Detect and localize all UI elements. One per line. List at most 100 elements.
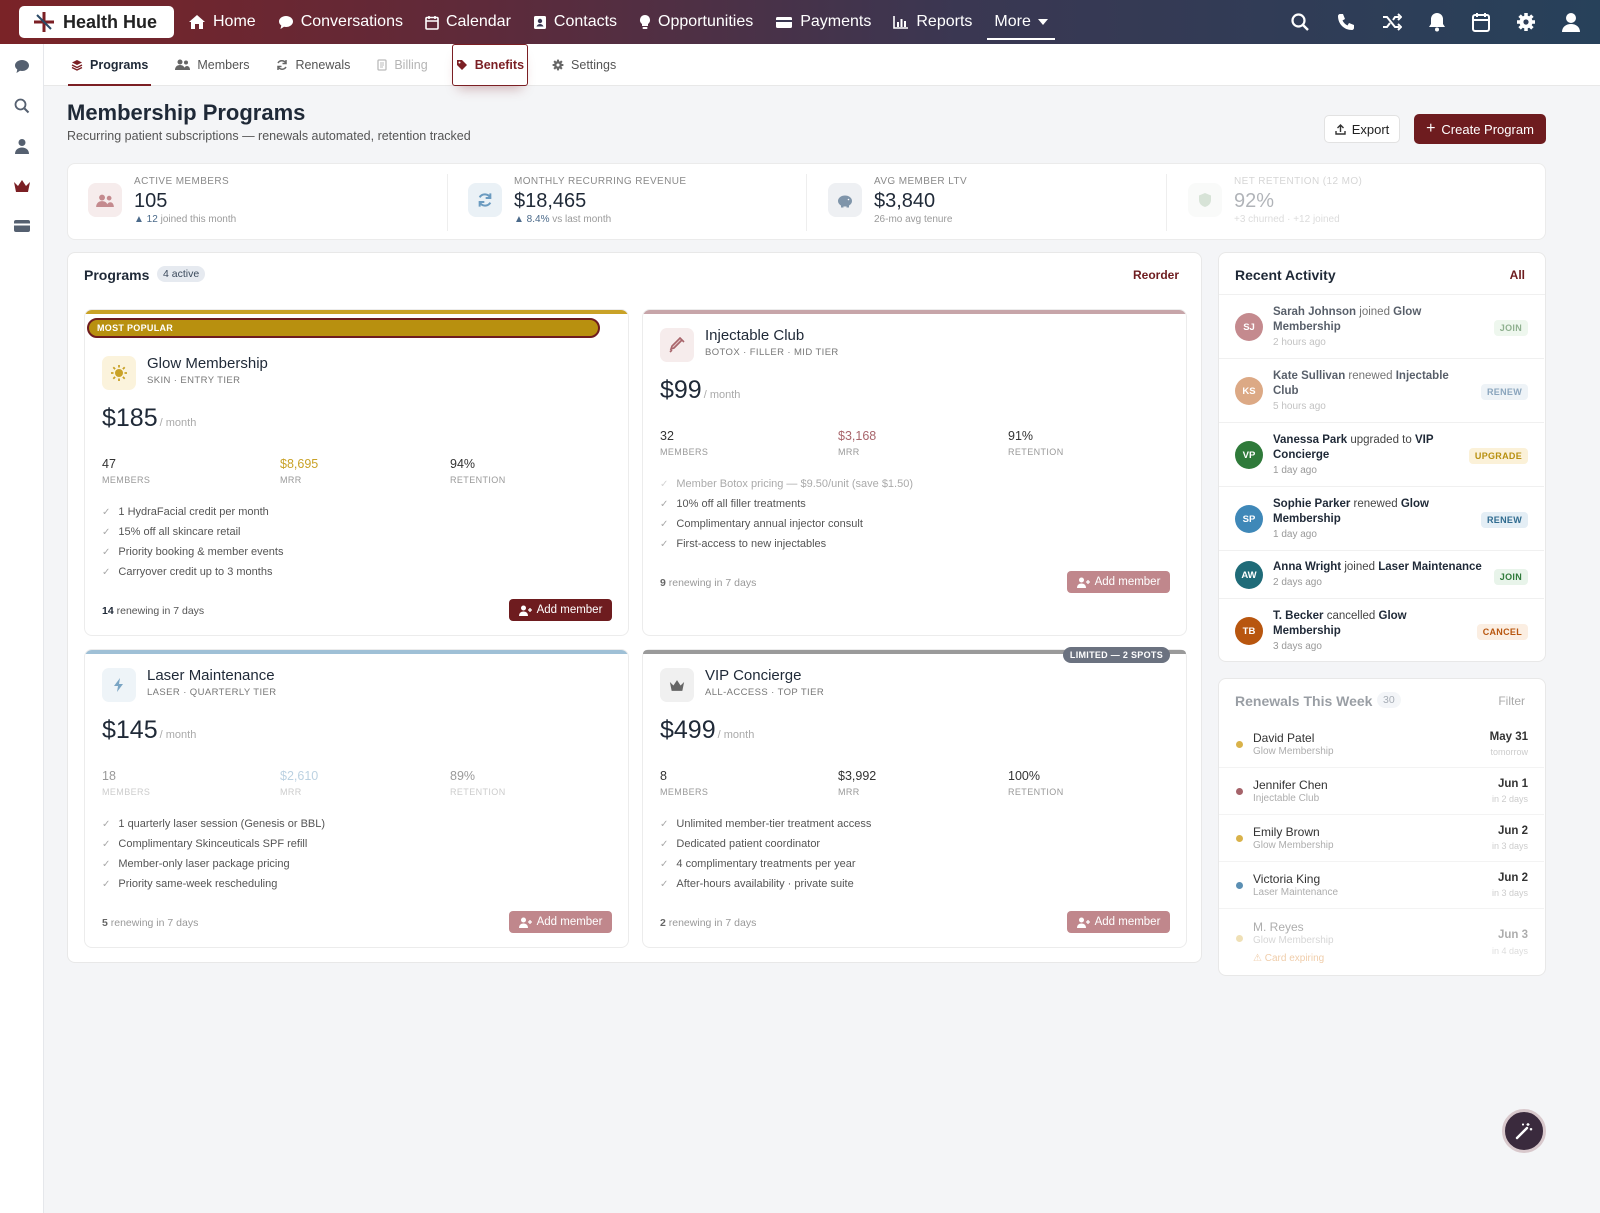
metric-label: MRR [280,787,302,797]
activity-item[interactable]: SJ Sarah Johnson joined Glow Membership … [1219,295,1544,359]
activity-verb: renewed [1345,370,1396,382]
tab-programs[interactable]: Programs [68,44,152,86]
renewing-count: 5 renewing in 7 days [102,917,198,929]
renewal-date: Jun 2 [1497,825,1528,837]
phone-icon[interactable] [1336,12,1356,32]
activity-all-link[interactable]: All [1510,268,1525,282]
benefit-item: Dedicated patient coordinator [660,834,871,854]
activity-item[interactable]: TB T. Becker cancelled Glow Membership 3… [1219,599,1544,663]
activity-item[interactable]: KS Kate Sullivan renewed Injectable Club… [1219,359,1544,423]
activity-person: Sarah Johnson [1273,306,1357,318]
activity-item[interactable]: AW Anna Wright joined Laser Maintenance … [1219,551,1544,599]
rail-search[interactable] [12,96,32,116]
stat-value: 105 [134,190,168,212]
metric-members: 47 [102,457,116,471]
chat-icon [278,15,293,29]
renewals-count-badge: 30 [1377,692,1401,708]
renewal-item[interactable]: Victoria King Laser Maintenance Jun 2 in… [1219,862,1544,909]
limited-spots-badge: LIMITED — 2 SPOTS [1062,647,1170,663]
renewal-relative: in 3 days [1491,888,1528,898]
nav-more[interactable]: More [987,0,1056,44]
activity-time: 5 hours ago [1273,401,1326,412]
card-accent-bar [85,310,628,314]
nav-home[interactable]: Home [188,0,256,44]
program-card-laser: Laser Maintenance LASER · QUARTERLY TIER… [84,649,629,948]
renewal-date: Jun 1 [1497,778,1528,790]
program-dot [1236,935,1243,942]
tab-benefits[interactable]: Benefits [451,43,529,86]
add-member-button[interactable]: Add member [1067,571,1170,593]
nav-more-label: More [994,13,1031,30]
avatar: KS [1235,377,1263,405]
activity-time: 3 days ago [1273,641,1322,652]
renewing-text: renewing in 7 days [665,917,757,929]
add-member-button[interactable]: Add member [509,911,612,933]
tab-settings[interactable]: Settings [549,44,619,86]
renewal-item[interactable]: Jennifer Chen Injectable Club Jun 1 in 2… [1219,768,1544,815]
renewal-relative: tomorrow [1490,747,1528,757]
activity-verb: renewed [1350,498,1401,510]
tab-billing[interactable]: Billing [374,44,430,86]
benefit-item: After-hours availability · private suite [660,874,871,894]
activity-time: 1 day ago [1273,465,1317,476]
user-icon[interactable] [1562,12,1580,32]
activity-item[interactable]: VP Vanessa Park upgraded to VIP Concierg… [1219,423,1544,487]
stat-retention: NET RETENTION (12 MO) 92% +3 churned · +… [1168,164,1528,241]
activity-text: Anna Wright joined Laser Maintenance [1273,560,1483,575]
renewal-relative: in 4 days [1491,946,1528,956]
add-member-button[interactable]: Add member [509,599,612,621]
activity-item[interactable]: SP Sophie Parker renewed Glow Membership… [1219,487,1544,551]
rail-contacts[interactable] [12,136,32,156]
stat-sub-text: 26-mo avg tenure [874,214,953,225]
tab-programs-label: Programs [90,57,149,72]
metric-label: MEMBERS [660,787,709,797]
renewal-name: Victoria King [1253,872,1321,886]
program-price: $99/ month [660,376,740,405]
price-period: / month [703,389,741,401]
nav-calendar[interactable]: Calendar [425,0,511,44]
export-label: Export [1351,121,1390,137]
rail-billing[interactable] [12,216,32,236]
calendar-utility-icon[interactable] [1472,12,1490,32]
nav-opportunities[interactable]: Opportunities [639,0,753,44]
stat-value: $18,465 [514,190,587,212]
shuffle-icon[interactable] [1382,13,1402,31]
rail-chat[interactable] [12,56,32,76]
nav-conversations[interactable]: Conversations [278,0,403,44]
search-icon[interactable] [1290,12,1310,32]
renewal-date: May 31 [1489,731,1528,743]
renewal-program: Glow Membership [1253,840,1334,851]
nav-reports[interactable]: Reports [893,0,972,44]
export-button[interactable]: Export [1324,115,1400,143]
add-member-label: Add member [1094,916,1161,928]
renewal-item[interactable]: M. Reyes Glow Membership ⚠ Card expiring… [1219,909,1544,973]
card-icon [776,16,793,28]
activity-person: T. Becker [1273,610,1324,622]
metric-label: RETENTION [1008,447,1064,457]
bell-icon[interactable] [1428,12,1446,32]
magic-assist-button[interactable] [1502,1109,1546,1153]
renewal-date: Jun 3 [1497,929,1528,941]
renewals-filter[interactable]: Filter [1498,694,1525,708]
renewal-item[interactable]: David Patel Glow Membership May 31 tomor… [1219,721,1544,768]
user-plus-icon [1076,577,1090,588]
create-program-button[interactable]: + Create Program [1414,114,1546,144]
nav-payments[interactable]: Payments [775,0,871,44]
activity-person: Anna Wright [1273,561,1342,573]
renewal-item[interactable]: Emily Brown Glow Membership Jun 2 in 3 d… [1219,815,1544,862]
users-icon [175,59,191,70]
metric-label: RETENTION [1008,787,1064,797]
add-member-button[interactable]: Add member [1067,911,1170,933]
tab-members[interactable]: Members [172,44,252,86]
activity-verb: joined [1356,306,1394,318]
nav-contacts[interactable]: Contacts [533,0,617,44]
gear-icon[interactable] [1516,12,1536,32]
renewal-relative: in 3 days [1491,841,1528,851]
tab-renewals[interactable]: Renewals [273,44,353,86]
reorder-link[interactable]: Reorder [1133,268,1179,282]
renewing-text: renewing in 7 days [665,577,757,589]
stat-value: 92% [1234,190,1275,212]
rail-memberships[interactable] [12,176,32,196]
plus-icon: + [1426,120,1436,137]
brand-logo[interactable]: Health Hue [19,6,174,38]
